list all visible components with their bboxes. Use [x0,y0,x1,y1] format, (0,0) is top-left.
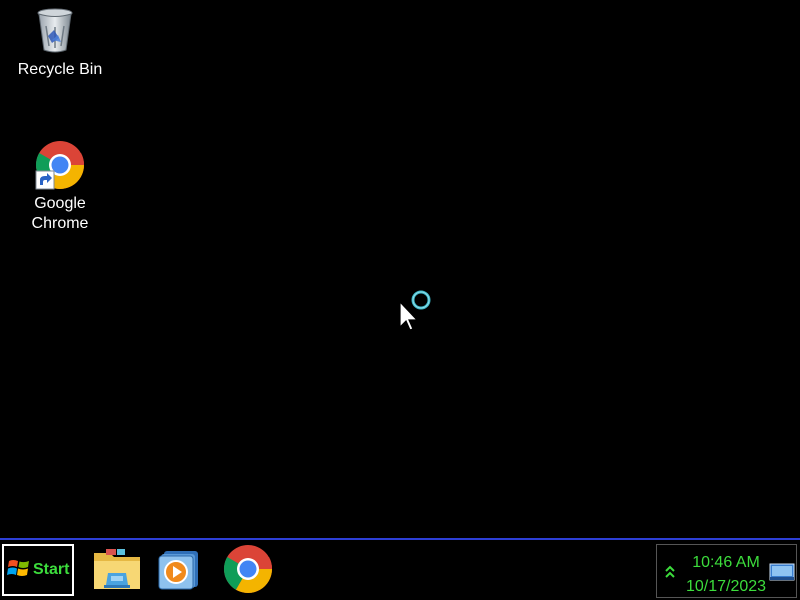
desktop-icon-label: Google Chrome [31,195,89,232]
show-desktop-icon[interactable] [769,563,795,583]
desktop: Recycle Bin Google Chrome [0,0,800,538]
shortcut-arrow-icon [35,170,55,190]
windows-logo-icon [7,556,31,585]
clock-time[interactable]: 10:46 AM [676,554,776,572]
busy-cursor-icon [399,290,435,332]
system-tray: 10:46 AM 10/17/2023 [656,544,797,598]
chrome-icon [35,140,85,190]
desktop-icon-recycle-bin[interactable]: Recycle Bin [5,6,115,80]
recycle-bin-icon [35,6,85,56]
desktop-icon-google-chrome[interactable]: Google Chrome [5,140,115,234]
media-player-icon [158,547,202,596]
taskbar-media-player-button[interactable] [154,545,206,597]
show-hidden-icons-icon[interactable] [663,563,677,581]
clock-date[interactable]: 10/17/2023 [676,578,776,596]
desktop-icon-label: Recycle Bin [17,61,103,78]
chrome-icon [223,544,273,599]
start-label: Start [33,561,70,578]
taskbar: Start 10:46 AM 10/17/2023 [0,538,800,600]
taskbar-chrome-button[interactable] [222,544,274,599]
taskbar-file-explorer-button[interactable] [91,545,143,597]
file-explorer-icon [92,545,142,598]
start-button[interactable]: Start [2,544,74,596]
